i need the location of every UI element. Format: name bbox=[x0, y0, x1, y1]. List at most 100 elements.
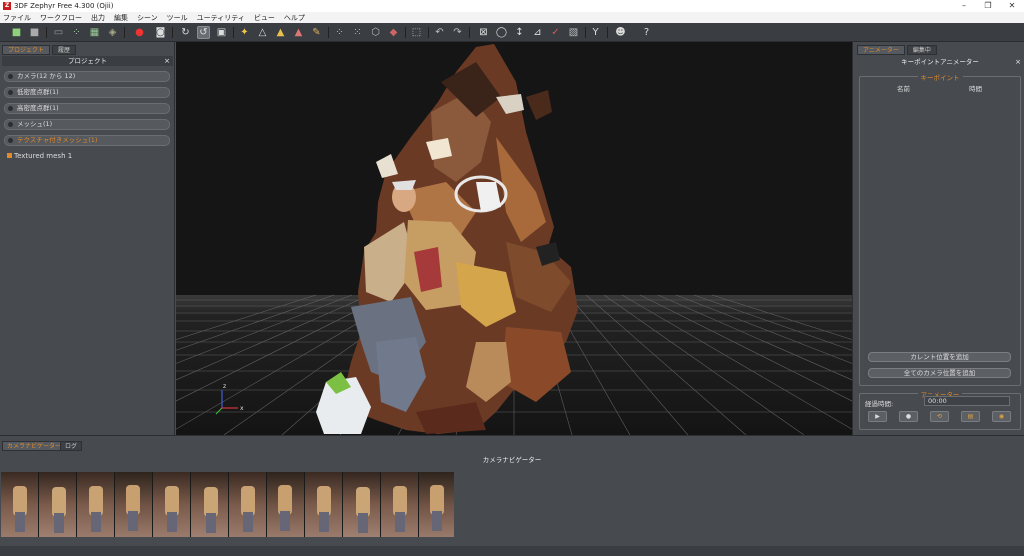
camera-thumbnail[interactable] bbox=[77, 472, 115, 537]
textured-icon[interactable]: ▲ bbox=[292, 26, 305, 39]
menu-utilities[interactable]: ユーティリティ bbox=[197, 13, 245, 23]
menu-file[interactable]: ファイル bbox=[3, 13, 31, 23]
loop-icon[interactable]: ⟲ bbox=[930, 411, 949, 422]
close-icon[interactable]: × bbox=[1015, 57, 1021, 67]
camera-thumbnail[interactable] bbox=[419, 472, 454, 537]
points-icon[interactable]: ⁘ bbox=[333, 26, 346, 39]
close-icon[interactable]: × bbox=[164, 56, 170, 66]
camera-thumbnail[interactable] bbox=[381, 472, 419, 537]
textured-mesh-label: Textured mesh 1 bbox=[14, 152, 73, 160]
expand-icon[interactable] bbox=[8, 122, 13, 127]
camera-thumbnail[interactable] bbox=[305, 472, 343, 537]
ortho-view-icon[interactable]: ▣ bbox=[215, 26, 228, 39]
box-icon[interactable]: ⬡ bbox=[369, 26, 382, 39]
maximize-button[interactable]: ❐ bbox=[976, 0, 1000, 12]
tab-camera-navigator[interactable]: カメラナビゲーター bbox=[2, 441, 67, 451]
camera-thumbnail[interactable] bbox=[229, 472, 267, 537]
color-edit-icon[interactable]: ✓ bbox=[549, 26, 562, 39]
split-icon[interactable]: Y bbox=[589, 26, 602, 39]
turntable-icon[interactable]: ↺ bbox=[197, 26, 210, 39]
wireframe-icon[interactable]: △ bbox=[256, 26, 269, 39]
help-icon[interactable]: ? bbox=[640, 26, 653, 39]
viewport-canvas[interactable]: z x bbox=[176, 42, 852, 435]
export-video-icon[interactable]: ▤ bbox=[961, 411, 980, 422]
close-button[interactable]: ✕ bbox=[1000, 0, 1024, 12]
tab-editing[interactable]: 編集中 bbox=[906, 45, 937, 55]
tree-item-mesh[interactable]: メッシュ(1) bbox=[4, 119, 170, 130]
tree-item-dense-cloud[interactable]: 高密度点群(1) bbox=[4, 103, 170, 114]
tab-animator[interactable]: アニメーター bbox=[857, 45, 905, 55]
menu-export[interactable]: 出力 bbox=[91, 13, 105, 23]
marker-icon[interactable]: ● bbox=[133, 26, 146, 39]
tab-project[interactable]: プロジェクト bbox=[2, 45, 51, 55]
menu-scene[interactable]: シーン bbox=[137, 13, 158, 23]
points-dense-icon[interactable]: ⁙ bbox=[351, 26, 364, 39]
expand-icon[interactable] bbox=[8, 106, 13, 111]
record-icon[interactable]: ● bbox=[899, 411, 918, 422]
camera-thumbnail[interactable] bbox=[191, 472, 229, 537]
camera-navigator-title: カメラナビゲーター bbox=[482, 456, 542, 464]
undo-icon[interactable]: ↶ bbox=[433, 26, 446, 39]
play-icon[interactable]: ▶ bbox=[868, 411, 887, 422]
project-panel-title-text: プロジェクト bbox=[68, 57, 107, 65]
frame-icon[interactable]: ⬚ bbox=[410, 26, 423, 39]
animator-panel-title: キーポイントアニメーター × bbox=[857, 57, 1023, 67]
menu-view[interactable]: ビュー bbox=[254, 13, 275, 23]
menu-edit[interactable]: 編集 bbox=[114, 13, 128, 23]
lasso-icon[interactable]: ◯ bbox=[495, 26, 508, 39]
animator-panel-title-text: キーポイントアニメーター bbox=[901, 58, 979, 66]
crop-icon[interactable]: ⊠ bbox=[477, 26, 490, 39]
shaded-icon[interactable]: ▲ bbox=[274, 26, 287, 39]
sparse-cloud-icon[interactable]: ⁘ bbox=[70, 26, 83, 39]
window-title: 3DF Zephyr Free 4.300 (Ojii) bbox=[14, 2, 114, 10]
save-icon[interactable]: ■ bbox=[28, 26, 41, 39]
dense-cloud-icon[interactable]: ▦ bbox=[88, 26, 101, 39]
tab-history[interactable]: 履歴 bbox=[52, 45, 77, 55]
expand-icon[interactable] bbox=[8, 90, 13, 95]
menu-tools[interactable]: ツール bbox=[167, 13, 188, 23]
select-rect-icon[interactable]: ▭ bbox=[52, 26, 65, 39]
textured-mesh-entry[interactable]: Textured mesh 1 bbox=[7, 152, 72, 160]
camera-thumbnail[interactable] bbox=[115, 472, 153, 537]
camera-thumbnail[interactable] bbox=[267, 472, 305, 537]
mesh-icon[interactable]: ◈ bbox=[106, 26, 119, 39]
measure-icon[interactable]: ↕ bbox=[513, 26, 526, 39]
camera-thumbnail[interactable] bbox=[1, 472, 39, 537]
tree-item-textured-mesh[interactable]: テクスチャ付きメッシュ(1) bbox=[4, 135, 170, 146]
menu-help[interactable]: ヘルプ bbox=[284, 13, 305, 23]
expand-icon[interactable] bbox=[8, 138, 13, 143]
project-panel: プロジェクト 履歴 プロジェクト × カメラ(12 から 12) 低密度点群(1… bbox=[0, 42, 175, 435]
duration-label: 経過時間: bbox=[865, 400, 894, 408]
camera-icon[interactable]: ◙ bbox=[154, 26, 167, 39]
brush-icon[interactable]: ✎ bbox=[310, 26, 323, 39]
menu-workflow[interactable]: ワークフロー bbox=[40, 13, 82, 23]
mesh-red-icon[interactable]: ◆ bbox=[387, 26, 400, 39]
tree-item-label: メッシュ(1) bbox=[17, 120, 53, 128]
tree-item-cameras[interactable]: カメラ(12 から 12) bbox=[4, 71, 170, 82]
title-bar: Z 3DF Zephyr Free 4.300 (Ojii) – ❐ ✕ bbox=[0, 0, 1024, 12]
tab-log[interactable]: ログ bbox=[60, 441, 83, 451]
redo-icon[interactable]: ↷ bbox=[451, 26, 464, 39]
camera-thumbnail[interactable] bbox=[153, 472, 191, 537]
new-project-icon[interactable]: ■ bbox=[10, 26, 23, 39]
app-icon: Z bbox=[3, 2, 11, 10]
mask-icon[interactable]: ☻ bbox=[614, 26, 627, 39]
grid-filter-icon[interactable]: ▧ bbox=[567, 26, 580, 39]
tree-item-sparse-cloud[interactable]: 低密度点群(1) bbox=[4, 87, 170, 98]
settings-icon[interactable]: ◉ bbox=[992, 411, 1011, 422]
add-current-position-button[interactable]: カレント位置を追加 bbox=[868, 352, 1011, 362]
minimize-button[interactable]: – bbox=[952, 0, 976, 12]
camera-thumbnail[interactable] bbox=[39, 472, 77, 537]
plane-icon[interactable]: ⊿ bbox=[531, 26, 544, 39]
mesh-color-swatch bbox=[7, 153, 12, 158]
add-all-cameras-button[interactable]: 全てのカメラ位置を追加 bbox=[868, 368, 1011, 378]
toolbar: ■ ■ ▭ ⁘ ▦ ◈ ● ◙ ↻ ↺ ▣ ✦ △ ▲ ▲ ✎ ⁘ ⁙ ⬡ ◆ … bbox=[0, 23, 1024, 42]
camera-filmstrip[interactable] bbox=[1, 472, 454, 537]
camera-thumbnail[interactable] bbox=[343, 472, 381, 537]
tree-item-label: カメラ(12 から 12) bbox=[17, 72, 76, 80]
duration-input[interactable]: 00:00 bbox=[924, 396, 1010, 406]
lightbulb-icon[interactable]: ✦ bbox=[238, 26, 251, 39]
3d-viewport[interactable]: z x bbox=[176, 42, 852, 435]
orbit-icon[interactable]: ↻ bbox=[179, 26, 192, 39]
expand-icon[interactable] bbox=[8, 74, 13, 79]
